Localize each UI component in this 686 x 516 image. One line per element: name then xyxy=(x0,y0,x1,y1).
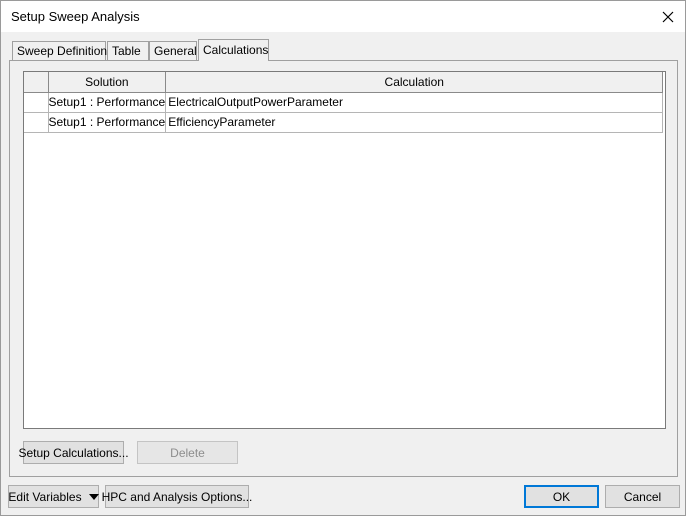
cancel-button[interactable]: Cancel xyxy=(605,485,680,508)
tab-label: Table xyxy=(112,44,141,58)
edit-variables-dropdown[interactable]: Edit Variables xyxy=(8,485,99,508)
column-header-solution[interactable]: Solution xyxy=(48,72,167,93)
window-title: Setup Sweep Analysis xyxy=(11,9,140,24)
table-row[interactable]: Setup1 : Performance EfficiencyParameter xyxy=(24,112,664,133)
table-row[interactable]: Setup1 : Performance ElectricalOutputPow… xyxy=(24,92,664,113)
button-label: Delete xyxy=(170,445,205,460)
close-button[interactable] xyxy=(651,1,685,32)
calculation-cell[interactable]: ElectricalOutputPowerParameter xyxy=(165,92,664,113)
tab-table[interactable]: Table xyxy=(107,41,149,60)
row-header-cell[interactable] xyxy=(24,92,49,113)
calculations-grid[interactable]: Solution Calculation Setup1 : Performanc… xyxy=(23,71,666,429)
row-header-cell[interactable] xyxy=(24,112,49,133)
grid-header-row: Solution Calculation xyxy=(24,72,664,93)
tab-label: Calculations xyxy=(203,43,269,57)
tab-calculations[interactable]: Calculations xyxy=(198,39,269,61)
tab-label: Sweep Definitions xyxy=(17,44,114,58)
button-label: Edit Variables xyxy=(8,489,82,504)
dropdown-arrow-icon xyxy=(88,493,99,500)
setup-calculations-button[interactable]: Setup Calculations... xyxy=(18,441,129,464)
tab-general[interactable]: General xyxy=(149,41,197,60)
tab-label: General xyxy=(154,44,197,58)
close-icon xyxy=(662,11,674,22)
button-label: Setup Calculations... xyxy=(18,445,129,460)
setup-sweep-analysis-dialog: Setup Sweep Analysis Sweep Definitions T… xyxy=(0,0,686,516)
title-bar: Setup Sweep Analysis xyxy=(1,1,685,32)
delete-button[interactable]: Delete xyxy=(137,441,238,464)
button-label: OK xyxy=(552,489,571,504)
column-header-calculation[interactable]: Calculation xyxy=(165,72,664,93)
solution-cell[interactable]: Setup1 : Performance xyxy=(48,112,167,133)
button-label: Cancel xyxy=(623,489,662,504)
corner-header-cell xyxy=(24,72,49,93)
ok-button[interactable]: OK xyxy=(524,485,599,508)
hpc-analysis-options-button[interactable]: HPC and Analysis Options... xyxy=(102,485,252,508)
tab-sweep-definitions[interactable]: Sweep Definitions xyxy=(12,41,113,60)
solution-cell[interactable]: Setup1 : Performance xyxy=(48,92,167,113)
calculation-cell[interactable]: EfficiencyParameter xyxy=(165,112,664,133)
button-label: HPC and Analysis Options... xyxy=(101,489,253,504)
